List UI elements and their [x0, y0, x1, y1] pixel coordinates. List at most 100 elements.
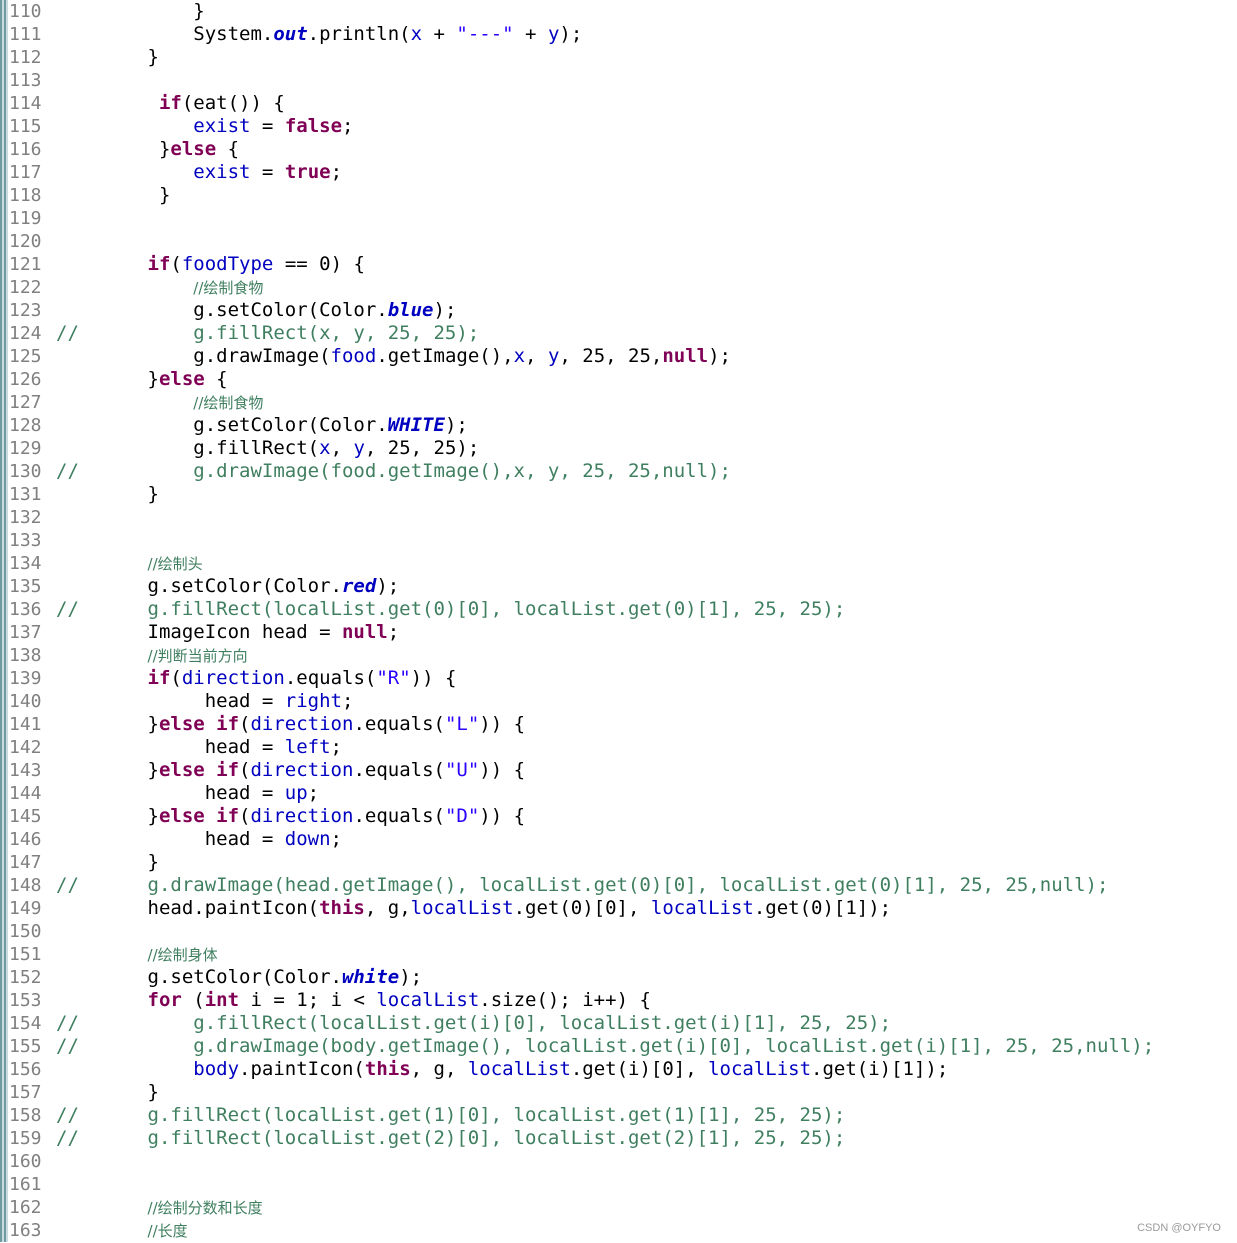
line-number: 142 — [9, 737, 42, 758]
code-line[interactable]: 135 g.setColor(Color.red); — [0, 575, 1237, 598]
code-text: // g.drawImage(food.getImage(),x, y, 25,… — [56, 460, 731, 483]
code-line[interactable]: 118 } — [0, 184, 1237, 207]
code-line[interactable]: 112 } — [0, 46, 1237, 69]
code-line[interactable]: 146 head = down; — [0, 828, 1237, 851]
code-line[interactable]: 127 //绘制食物 — [0, 391, 1237, 414]
code-text: //绘制身体 — [56, 943, 218, 967]
watermark: CSDN @OYFYO — [1137, 1222, 1221, 1234]
code-line[interactable]: 148 // g.drawImage(head.getImage(), local… — [0, 874, 1237, 897]
code-text: // g.fillRect(localList.get(1)[0], local… — [56, 1104, 845, 1127]
code-line[interactable]: 159 // g.fillRect(localList.get(2)[0], lo… — [0, 1127, 1237, 1150]
code-token: } — [56, 1081, 159, 1103]
code-line[interactable]: 123 g.setColor(Color.blue); — [0, 299, 1237, 322]
line-number: 133 — [9, 530, 42, 551]
code-text: System.out.println(x + "---" + y); — [56, 23, 582, 46]
code-line[interactable]: 126 }else { — [0, 368, 1237, 391]
code-line[interactable]: 124 // g.fillRect(x, y, 25, 25); — [0, 322, 1237, 345]
code-text: // g.drawImage(head.getImage(), localLis… — [56, 874, 1108, 897]
code-line[interactable]: 158 // g.fillRect(localList.get(1)[0], lo… — [0, 1104, 1237, 1127]
code-line[interactable]: 160 — [0, 1150, 1237, 1173]
code-line[interactable]: 111 System.out.println(x + "---" + y); — [0, 23, 1237, 46]
line-number: 157 — [9, 1082, 42, 1103]
code-line[interactable]: 163 //长度 — [0, 1219, 1237, 1242]
code-line[interactable]: 128 g.setColor(Color.WHITE); — [0, 414, 1237, 437]
code-token: .get(0)[0], — [513, 897, 651, 919]
code-line[interactable]: 140 head = right; — [0, 690, 1237, 713]
code-line[interactable]: 114 if(eat()) { — [0, 92, 1237, 115]
line-number: 154 — [9, 1013, 42, 1034]
code-text: g.drawImage(food.getImage(),x, y, 25, 25… — [56, 345, 731, 368]
code-token: down — [284, 828, 331, 850]
line-number: 126 — [9, 369, 42, 390]
code-line[interactable]: 153 for (int i = 1; i < localList.size()… — [0, 989, 1237, 1012]
code-text: //判断当前方向 — [56, 644, 248, 668]
code-token: )) { — [479, 713, 526, 735]
code-line[interactable]: 157 } — [0, 1081, 1237, 1104]
line-number: 159 — [9, 1128, 42, 1149]
code-token: g.drawImage( — [56, 345, 331, 367]
code-token: + — [422, 23, 457, 45]
code-line[interactable]: 145 }else if(direction.equals("D")) { — [0, 805, 1237, 828]
code-line[interactable]: 142 head = left; — [0, 736, 1237, 759]
code-line[interactable]: 152 g.setColor(Color.white); — [0, 966, 1237, 989]
code-text: //绘制食物 — [56, 276, 263, 300]
code-line[interactable]: 133 — [0, 529, 1237, 552]
code-token: "---" — [456, 23, 514, 45]
code-text: } — [56, 184, 170, 207]
code-token: // g.fillRect(localList.get(2)[0], local… — [56, 1127, 846, 1149]
code-line[interactable]: 121 if(foodType == 0) { — [0, 253, 1237, 276]
code-text: } — [56, 46, 159, 69]
code-token: g.setColor(Color. — [56, 575, 342, 597]
line-number: 130 — [9, 461, 42, 482]
code-line[interactable]: 147 } — [0, 851, 1237, 874]
code-token: red — [341, 575, 377, 597]
code-line[interactable]: 131 } — [0, 483, 1237, 506]
code-line[interactable]: 162 //绘制分数和长度 — [0, 1196, 1237, 1219]
code-token: direction — [250, 713, 354, 735]
code-token: white — [341, 966, 400, 988]
code-text: //绘制头 — [56, 552, 203, 576]
code-line[interactable]: 156 body.paintIcon(this, g, localList.ge… — [0, 1058, 1237, 1081]
code-line[interactable]: 151 //绘制身体 — [0, 943, 1237, 966]
code-line[interactable]: 138 //判断当前方向 — [0, 644, 1237, 667]
code-line[interactable]: 129 g.fillRect(x, y, 25, 25); — [0, 437, 1237, 460]
code-line[interactable]: 116 }else { — [0, 138, 1237, 161]
code-line[interactable]: 117 exist = true; — [0, 161, 1237, 184]
line-number: 158 — [9, 1105, 42, 1126]
code-line[interactable]: 149 head.paintIcon(this, g,localList.get… — [0, 897, 1237, 920]
code-line[interactable]: 136 // g.fillRect(localList.get(0)[0], lo… — [0, 598, 1237, 621]
line-number: 131 — [9, 484, 42, 505]
code-editor[interactable]: 110 } 111 System.out.println(x + "---" + … — [0, 0, 1237, 1242]
code-line[interactable]: 150 — [0, 920, 1237, 943]
code-token: ; — [330, 828, 342, 850]
code-line[interactable]: 134 //绘制头 — [0, 552, 1237, 575]
code-token: g.fillRect( — [56, 437, 320, 459]
code-token: // g.drawImage(head.getImage(), localLis… — [56, 874, 1109, 896]
code-line[interactable]: 144 head = up; — [0, 782, 1237, 805]
code-line[interactable]: 125 g.drawImage(food.getImage(),x, y, 25… — [0, 345, 1237, 368]
code-line[interactable]: 113 — [0, 69, 1237, 92]
code-line[interactable]: 115 exist = false; — [0, 115, 1237, 138]
code-line[interactable]: 161 — [0, 1173, 1237, 1196]
code-line[interactable]: 143 }else if(direction.equals("U")) { — [0, 759, 1237, 782]
code-token: .equals( — [353, 713, 445, 735]
code-line[interactable]: 137 ImageIcon head = null; — [0, 621, 1237, 644]
code-line[interactable]: 122 //绘制食物 — [0, 276, 1237, 299]
code-line[interactable]: 110 } — [0, 0, 1237, 23]
code-token: else if — [158, 713, 240, 735]
code-line[interactable]: 132 — [0, 506, 1237, 529]
code-line[interactable]: 120 — [0, 230, 1237, 253]
code-line[interactable]: 155 // g.drawImage(body.getImage(), local… — [0, 1035, 1237, 1058]
code-token: exist — [193, 161, 251, 183]
code-line[interactable]: 119 — [0, 207, 1237, 230]
code-text: head = right; — [56, 690, 354, 713]
code-line[interactable]: 139 if(direction.equals("R")) { — [0, 667, 1237, 690]
code-line[interactable]: 154 // g.fillRect(localList.get(i)[0], lo… — [0, 1012, 1237, 1035]
code-line[interactable]: 141 }else if(direction.equals("L")) { — [0, 713, 1237, 736]
code-line[interactable]: 130 // g.drawImage(food.getImage(),x, y, … — [0, 460, 1237, 483]
